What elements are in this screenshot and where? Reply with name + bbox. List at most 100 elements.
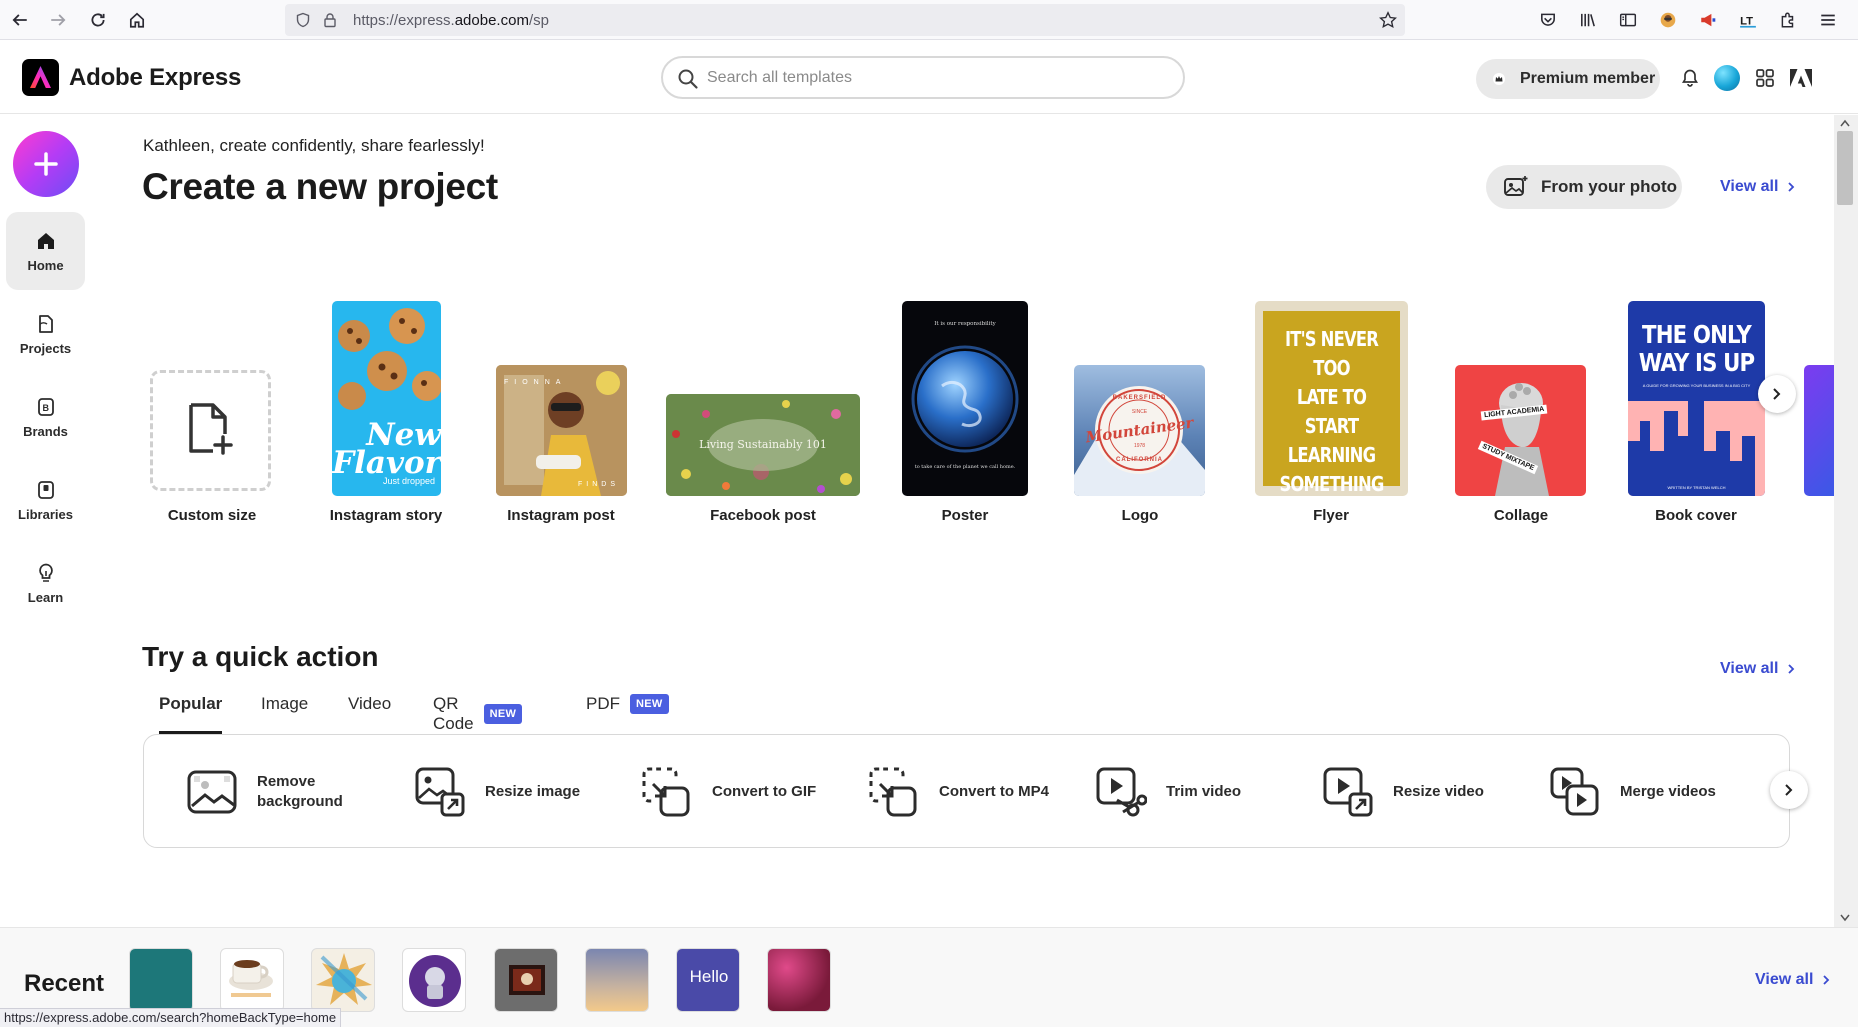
new-badge: NEW: [630, 694, 669, 714]
quick-actions-next-button[interactable]: [1770, 771, 1808, 809]
from-photo-label: From your photo: [1541, 177, 1677, 196]
instagram-post-thumb[interactable]: FIONNA FINDS: [496, 365, 627, 496]
apps-grid-icon[interactable]: [1752, 65, 1778, 91]
book-cover-thumb[interactable]: THE ONLY WAY IS UP A GUIDE FOR GROWING Y…: [1628, 301, 1765, 496]
extensions-puzzle-icon[interactable]: [1768, 8, 1808, 32]
recent-item[interactable]: [767, 948, 831, 1012]
notifications-bell-icon[interactable]: [1677, 65, 1703, 91]
quick-action-title: Try a quick action: [142, 641, 379, 672]
view-all-templates-link[interactable]: View all: [1720, 178, 1796, 196]
greeting-text: Kathleen, create confidently, share fear…: [143, 136, 485, 155]
chevron-right-icon: [1823, 975, 1830, 985]
quick-action-label: Convert to MP4: [939, 783, 1050, 800]
quick-action-merge-videos[interactable]: Merge videos: [1549, 735, 1716, 849]
flyer-thumb[interactable]: IT'S NEVER TOO LATE TO START LEARNING SO…: [1255, 301, 1408, 496]
quick-action-label: Resize image: [485, 783, 581, 800]
menu-hamburger-icon[interactable]: [1808, 8, 1848, 32]
from-your-photo-button[interactable]: From your photo: [1486, 165, 1682, 209]
facebook-post-thumb[interactable]: Living Sustainably 101: [666, 394, 860, 496]
rail-item-projects[interactable]: Projects: [6, 295, 85, 373]
tab-image[interactable]: Image: [261, 694, 308, 714]
quick-action-trim-video[interactable]: Trim video: [1095, 735, 1241, 849]
scrollbar-thumb[interactable]: [1837, 131, 1853, 205]
rail-label: Projects: [19, 340, 72, 356]
page-scrollbar[interactable]: [1834, 115, 1858, 927]
app-name[interactable]: Adobe Express: [69, 64, 241, 92]
convert-gif-icon: [642, 767, 690, 817]
view-all-recent-link[interactable]: View all: [1755, 971, 1831, 989]
tab-pdf[interactable]: PDF NEW: [586, 694, 669, 714]
quick-action-convert-gif[interactable]: Convert to GIF: [641, 735, 816, 849]
lock-icon[interactable]: [322, 12, 338, 28]
template-partial-next[interactable]: [1804, 365, 1834, 496]
flyer-line: IT'S NEVER TOO: [1284, 327, 1379, 380]
reload-icon[interactable]: [86, 8, 110, 32]
quick-action-label: Remove background: [257, 773, 343, 810]
premium-member-button[interactable]: Premium member: [1476, 59, 1660, 99]
url-bar[interactable]: https://express.adobe.com/sp: [285, 4, 1405, 36]
flyer-line: LEARNING: [1287, 443, 1376, 467]
flyer-text: IT'S NEVER TOO LATE TO START LEARNING SO…: [1269, 325, 1394, 496]
logo-year-text: 1978: [1133, 443, 1146, 449]
quick-action-convert-mp4[interactable]: Convert to MP4: [868, 735, 1049, 849]
adobe-logo-icon[interactable]: [1788, 65, 1814, 91]
quick-action-resize-video[interactable]: Resize video: [1322, 735, 1484, 849]
sidebar-toggle-icon[interactable]: [1608, 8, 1648, 32]
recent-item[interactable]: [494, 948, 558, 1012]
custom-size-thumb[interactable]: [150, 370, 271, 491]
tab-video[interactable]: Video: [348, 694, 391, 714]
back-icon[interactable]: [8, 8, 32, 32]
rail-label: Libraries: [18, 506, 73, 522]
scroll-down-icon[interactable]: [1840, 914, 1850, 922]
search-input[interactable]: [707, 66, 1167, 90]
book-author: WRITTEN BY TRISTAN WELCH: [1667, 485, 1726, 490]
recent-hello-text: Hello: [689, 967, 729, 986]
pocket-icon[interactable]: [1528, 8, 1568, 32]
templates-next-button[interactable]: [1758, 375, 1796, 413]
home-browser-icon[interactable]: [125, 8, 149, 32]
rail-item-libraries[interactable]: Libraries: [6, 461, 85, 539]
collage-thumb[interactable]: LIGHT ACADEMIA STUDY MIXTAPE: [1455, 365, 1586, 496]
quick-action-remove-background[interactable]: Remove background: [186, 735, 347, 849]
quick-action-resize-image[interactable]: Resize image: [414, 735, 580, 849]
book-title: THE ONLY WAY IS UP: [1638, 321, 1755, 377]
status-bar-url: https://express.adobe.com/search?homeBac…: [0, 1008, 342, 1027]
rail-item-learn[interactable]: Learn: [6, 544, 85, 622]
instagram-story-thumb[interactable]: New Flavor Just dropped: [332, 301, 441, 496]
rail-item-home[interactable]: Home: [6, 212, 85, 290]
adobe-express-logo[interactable]: [22, 59, 59, 96]
tab-qr-code[interactable]: QR Code NEW: [433, 694, 523, 734]
photo-sparkle-icon: [1504, 176, 1528, 196]
template-label: Facebook post: [710, 507, 816, 524]
view-all-quick-actions-link[interactable]: View all: [1720, 660, 1796, 678]
profile-extension-icon[interactable]: [1648, 8, 1688, 32]
template-label: Instagram post: [507, 507, 615, 524]
merge-videos-icon: [1550, 767, 1599, 816]
template-label: Logo: [1121, 507, 1159, 524]
template-search[interactable]: [661, 56, 1185, 99]
rail-item-brands[interactable]: B Brands: [6, 378, 85, 456]
url-text[interactable]: https://express.adobe.com/sp: [353, 12, 549, 29]
resize-image-icon: [415, 767, 465, 817]
projects-icon: [38, 314, 53, 333]
tab-popular[interactable]: Popular: [159, 694, 223, 734]
browser-extension-icons: LT: [1528, 8, 1848, 32]
megaphone-extension-icon[interactable]: [1688, 8, 1728, 32]
recent-item[interactable]: [311, 948, 375, 1012]
library-icon[interactable]: [1568, 8, 1608, 32]
recent-item[interactable]: [585, 948, 649, 1012]
create-new-button[interactable]: [13, 131, 79, 197]
languagetool-icon[interactable]: LT: [1728, 8, 1768, 32]
poster-thumb[interactable]: It is our responsibility to take care of…: [902, 301, 1028, 496]
user-avatar[interactable]: [1714, 65, 1740, 91]
recent-item[interactable]: [402, 948, 466, 1012]
rail-label: Learn: [27, 589, 64, 605]
tracking-shield-icon[interactable]: [295, 12, 311, 28]
bookmark-star-icon[interactable]: [1379, 11, 1397, 29]
forward-icon[interactable]: [46, 8, 70, 32]
recent-item[interactable]: [129, 948, 193, 1012]
recent-item[interactable]: [220, 948, 284, 1012]
recent-item[interactable]: Hello: [676, 948, 740, 1012]
logo-thumb[interactable]: BAKERSFIELD SINCE Mountaineer 1978 CALIF…: [1074, 365, 1205, 496]
scroll-up-icon[interactable]: [1840, 119, 1850, 127]
